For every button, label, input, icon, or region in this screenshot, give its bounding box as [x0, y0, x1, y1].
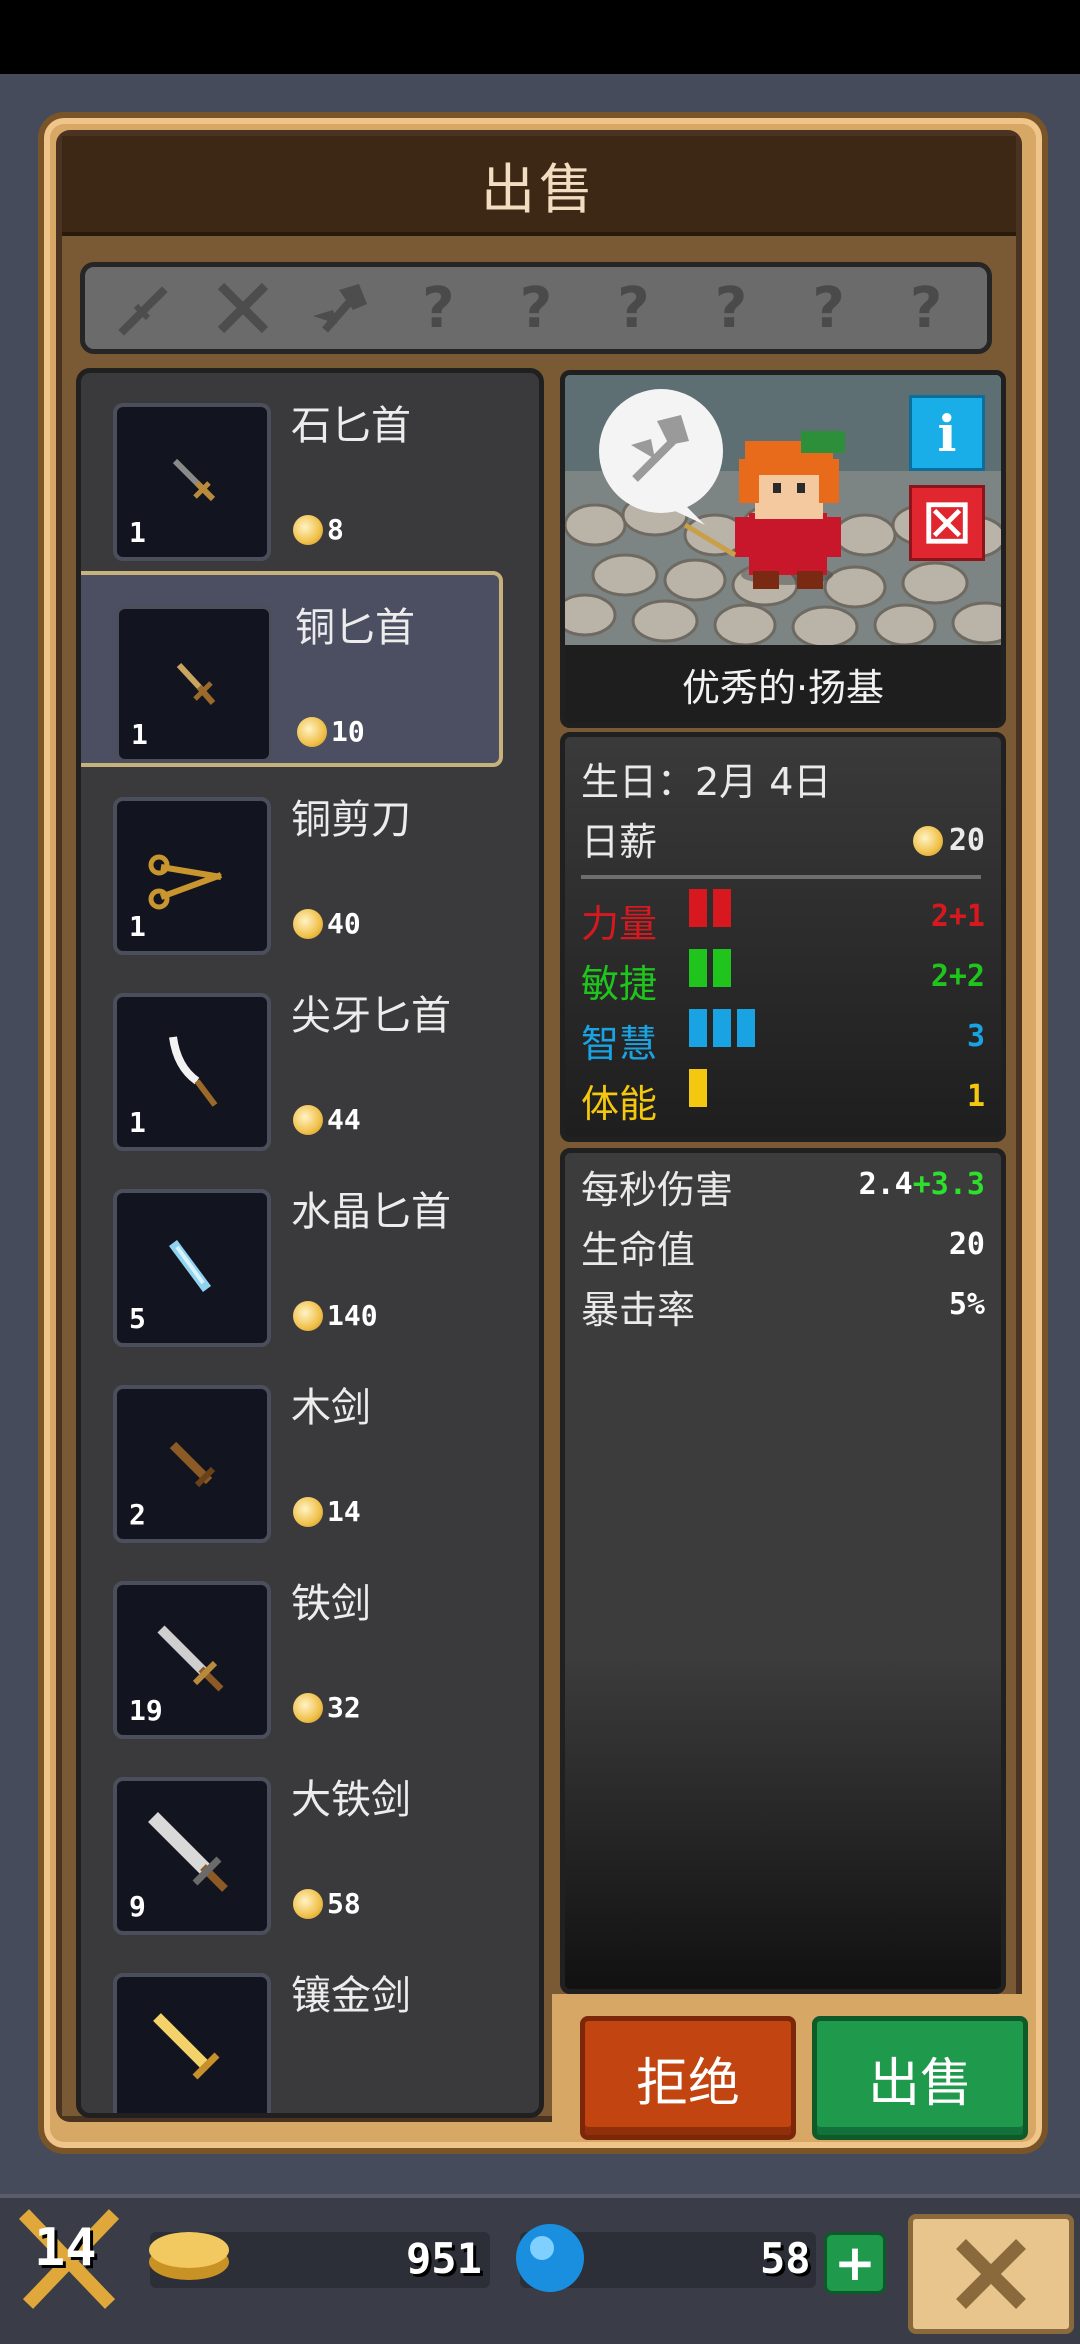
locked-slot-icon[interactable]: ?	[789, 273, 869, 343]
birthday-label: 生日：2月 4日	[581, 760, 832, 804]
item-name: 木剑	[291, 1385, 371, 1431]
coin-icon	[293, 908, 323, 939]
coin-icon	[293, 1300, 323, 1331]
list-item[interactable]: 1 尖牙匕首 44	[81, 963, 539, 1159]
list-item[interactable]: 2 木剑 14	[81, 1355, 539, 1551]
stamina-bars	[689, 1069, 713, 1107]
list-item[interactable]: 镶金剑	[81, 1943, 539, 2113]
locked-slot-icon[interactable]: ?	[496, 273, 576, 343]
add-gems-button[interactable]: +	[824, 2232, 886, 2294]
item-thumbnail	[113, 1973, 271, 2113]
item-list[interactable]: 1 石匕首 8 1 铜匕首 10 1 铜剪刀 40 1 尖牙匕首 44 5 水晶…	[76, 368, 544, 2118]
hp-label: 生命值	[581, 1228, 696, 1272]
dps-value: 2.4+3.3	[858, 1167, 985, 1202]
status-bar	[0, 0, 1080, 74]
agility-label: 敏捷	[581, 962, 658, 1006]
item-name: 石匕首	[291, 403, 411, 449]
level-value: 14	[34, 2218, 97, 2278]
coin-icon	[293, 1496, 323, 1527]
gold-value: 951	[406, 2234, 482, 2283]
coin-icon	[912, 825, 943, 856]
list-item[interactable]: 9 大铁剑 58	[81, 1747, 539, 1943]
wisdom-label: 智慧	[581, 1022, 658, 1066]
strength-bars	[689, 889, 737, 927]
item-thumbnail: 1	[113, 403, 271, 561]
hp-value: 20	[948, 1227, 985, 1262]
agility-value: 2+2	[930, 959, 985, 994]
reject-button[interactable]: 拒绝	[580, 2016, 796, 2140]
wisdom-bars	[689, 1009, 761, 1047]
dismiss-hero-button[interactable]	[909, 485, 985, 561]
item-thumbnail: 5	[113, 1189, 271, 1347]
close-button[interactable]	[908, 2214, 1074, 2334]
cross-box-icon	[926, 502, 968, 544]
locked-slot-icon[interactable]: ?	[398, 273, 478, 343]
item-name: 水晶匕首	[291, 1189, 451, 1235]
item-name: 铜剪刀	[291, 797, 411, 843]
category-slots: ? ? ? ? ? ?	[80, 262, 992, 354]
agility-bars	[689, 949, 737, 987]
item-price: 32	[293, 1691, 361, 1724]
coin-icon	[293, 1692, 323, 1723]
list-item[interactable]: 1 铜剪刀 40	[81, 767, 539, 963]
item-price: 8	[293, 513, 344, 546]
level-badge: 14	[14, 2204, 124, 2324]
coin-icon	[293, 1888, 323, 1919]
hero-stats: 生日：2月 4日 日薪 20 力量 2+1 敏捷 2+2 智慧 3 体能 1	[560, 732, 1006, 1142]
item-price: 40	[293, 907, 361, 940]
dps-label: 每秒伤害	[581, 1168, 734, 1212]
salary-value: 20	[912, 823, 985, 858]
item-name: 尖牙匕首	[291, 993, 451, 1039]
hero-portrait: i 优秀的·扬基	[560, 370, 1006, 728]
strength-value: 2+1	[930, 899, 985, 934]
item-thumbnail: 9	[113, 1777, 271, 1935]
locked-slot-icon[interactable]: ?	[594, 273, 674, 343]
axe-slot-icon[interactable]	[301, 273, 381, 343]
combat-stats: 每秒伤害 2.4+3.3 生命值 20 暴击率 5%	[560, 1148, 1006, 1994]
gilded-sword-icon	[153, 2013, 220, 2080]
item-thumbnail: 19	[113, 1581, 271, 1739]
item-name: 铜匕首	[295, 605, 415, 651]
divider	[581, 875, 981, 879]
item-name: 镶金剑	[291, 1973, 411, 2019]
item-price: 140	[293, 1299, 378, 1332]
crit-value: 5%	[948, 1287, 985, 1322]
item-price: 58	[293, 1887, 361, 1920]
gem-value: 58	[760, 2234, 811, 2283]
gem-icon	[516, 2224, 584, 2292]
hero-name: 优秀的·扬基	[565, 645, 1001, 723]
list-item[interactable]: 19 铁剑 32	[81, 1551, 539, 1747]
wisdom-value: 3	[966, 1019, 985, 1054]
coin-icon	[297, 716, 327, 747]
item-name: 铁剑	[291, 1581, 371, 1627]
item-price: 10	[297, 715, 365, 748]
stamina-label: 体能	[581, 1082, 658, 1126]
stamina-value: 1	[966, 1079, 985, 1114]
swords-slot-icon[interactable]	[203, 273, 283, 343]
panel-title-bar: 出售	[62, 136, 1016, 236]
dagger-slot-icon[interactable]	[106, 273, 186, 343]
close-icon	[956, 2239, 1026, 2309]
info-button[interactable]: i	[909, 395, 985, 471]
item-name: 大铁剑	[291, 1777, 411, 1823]
item-thumbnail: 1	[113, 993, 271, 1151]
panel-title: 出售	[481, 157, 597, 221]
locked-slot-icon[interactable]: ?	[886, 273, 966, 343]
item-thumbnail: 1	[115, 605, 273, 763]
sell-button[interactable]: 出售	[812, 2016, 1028, 2140]
strength-label: 力量	[581, 902, 658, 946]
gold-coins-icon	[149, 2232, 229, 2280]
item-price: 14	[293, 1495, 361, 1528]
coin-icon	[293, 1104, 323, 1135]
item-thumbnail: 2	[113, 1385, 271, 1543]
locked-slot-icon[interactable]: ?	[691, 273, 771, 343]
item-price: 44	[293, 1103, 361, 1136]
list-item[interactable]: 5 水晶匕首 140	[81, 1159, 539, 1355]
salary-label: 日薪	[581, 820, 658, 864]
item-thumbnail: 1	[113, 797, 271, 955]
list-item-selected[interactable]: 1 铜匕首 10	[81, 571, 503, 767]
crit-label: 暴击率	[581, 1288, 696, 1332]
coin-icon	[293, 514, 323, 545]
list-item[interactable]: 1 石匕首 8	[81, 373, 539, 569]
